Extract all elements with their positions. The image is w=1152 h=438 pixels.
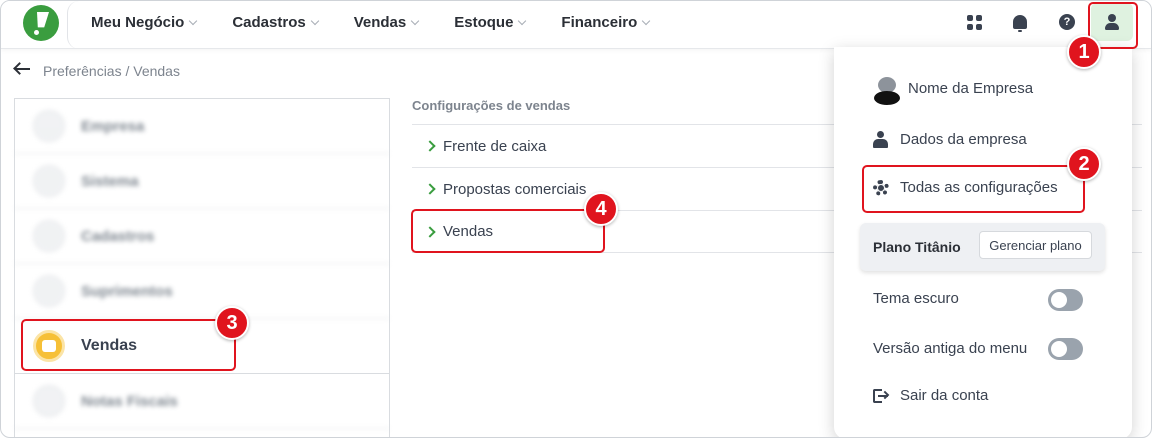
dark-theme-toggle[interactable] bbox=[1048, 289, 1083, 311]
dark-theme-label: Tema escuro bbox=[873, 290, 959, 307]
nav-cadastros[interactable]: Cadastros bbox=[232, 13, 319, 31]
nav-label: Vendas bbox=[353, 13, 407, 31]
highlight-menu-vendas bbox=[21, 319, 236, 371]
company-data-label: Dados da empresa bbox=[900, 131, 1027, 148]
old-menu-toggle[interactable] bbox=[1048, 338, 1083, 360]
logo-dot bbox=[34, 30, 39, 35]
step-badge-3: 3 bbox=[215, 306, 249, 340]
nav-estoque[interactable]: Estoque bbox=[454, 13, 527, 31]
menu-item-empresa[interactable]: Empresa bbox=[15, 99, 389, 154]
nav-vendas[interactable]: Vendas bbox=[353, 13, 420, 31]
chevron-right-icon bbox=[424, 183, 436, 195]
nav-financeiro[interactable]: Financeiro bbox=[561, 13, 651, 31]
suprimentos-icon bbox=[33, 275, 65, 307]
step-badge-4: 4 bbox=[584, 192, 618, 226]
logout-label: Sair da conta bbox=[900, 387, 989, 404]
menu-item-sistema[interactable]: Sistema bbox=[15, 154, 389, 209]
menu-item-label: Sistema bbox=[81, 172, 139, 190]
empresa-icon bbox=[33, 110, 65, 142]
chevron-down-icon bbox=[518, 16, 527, 25]
menu-item-suprimentos[interactable]: Suprimentos bbox=[15, 264, 389, 319]
bell-icon[interactable] bbox=[1010, 12, 1030, 32]
nav-label: Meu Negócio bbox=[91, 13, 185, 31]
logout-link[interactable]: Sair da conta bbox=[873, 387, 988, 404]
chevron-down-icon bbox=[410, 16, 420, 25]
settings-heading: Configurações de vendas bbox=[412, 98, 571, 113]
user-dropdown: Nome da Empresa Dados da empresa Todas a… bbox=[834, 47, 1132, 437]
highlight-all-settings bbox=[862, 165, 1085, 213]
logout-icon bbox=[873, 388, 890, 404]
old-menu-label: Versão antiga do menu bbox=[873, 340, 1028, 357]
back-arrow-icon[interactable] bbox=[13, 61, 31, 77]
manage-plan-button[interactable]: Gerenciar plano bbox=[979, 231, 1092, 259]
menu-item-notas-fiscais[interactable]: Notas Fiscais bbox=[15, 374, 389, 429]
person-icon bbox=[873, 131, 888, 148]
logo[interactable] bbox=[23, 5, 59, 41]
highlight-settings-vendas bbox=[411, 209, 605, 253]
menu-item-label: Notas Fiscais bbox=[81, 392, 178, 410]
preferences-menu: Empresa Sistema Cadastros Suprimentos Ve… bbox=[14, 98, 390, 437]
nav-label: Financeiro bbox=[561, 13, 638, 31]
cadastros-icon bbox=[33, 220, 65, 252]
menu-item-label: Suprimentos bbox=[81, 282, 173, 300]
breadcrumb[interactable]: Preferências / Vendas bbox=[43, 63, 180, 79]
help-icon[interactable]: ? bbox=[1057, 12, 1077, 32]
nav-meu-negocio[interactable]: Meu Negócio bbox=[91, 13, 198, 31]
top-bar: Meu Negócio Cadastros Vendas Estoque Fin… bbox=[1, 1, 1151, 49]
logo-separator bbox=[67, 1, 79, 49]
settings-row-label: Frente de caixa bbox=[443, 137, 547, 155]
menu-item-label: Cadastros bbox=[81, 227, 155, 245]
menu-item-label: Empresa bbox=[81, 117, 145, 135]
plan-box: Plano Titânio Gerenciar plano bbox=[860, 223, 1105, 271]
nav-label: Cadastros bbox=[232, 13, 306, 31]
step-badge-2: 2 bbox=[1067, 147, 1101, 181]
plan-name: Plano Titânio bbox=[873, 239, 961, 255]
chevron-right-icon bbox=[424, 140, 436, 152]
chevron-down-icon bbox=[189, 16, 198, 25]
menu-item-cadastros[interactable]: Cadastros bbox=[15, 209, 389, 264]
chevron-down-icon bbox=[310, 16, 319, 25]
chevron-down-icon bbox=[642, 16, 651, 25]
apps-icon[interactable] bbox=[964, 12, 984, 32]
company-name: Nome da Empresa bbox=[908, 80, 1034, 97]
notas-fiscais-icon bbox=[33, 385, 65, 417]
main-nav: Meu Negócio Cadastros Vendas Estoque Fin… bbox=[91, 1, 685, 43]
sistema-icon bbox=[33, 165, 65, 197]
settings-row-label: Propostas comerciais bbox=[443, 180, 587, 198]
company-avatar bbox=[874, 77, 900, 105]
app-window: Meu Negócio Cadastros Vendas Estoque Fin… bbox=[0, 0, 1152, 438]
company-data-link[interactable]: Dados da empresa bbox=[873, 131, 1027, 148]
step-badge-1: 1 bbox=[1067, 35, 1101, 69]
nav-label: Estoque bbox=[454, 13, 514, 31]
